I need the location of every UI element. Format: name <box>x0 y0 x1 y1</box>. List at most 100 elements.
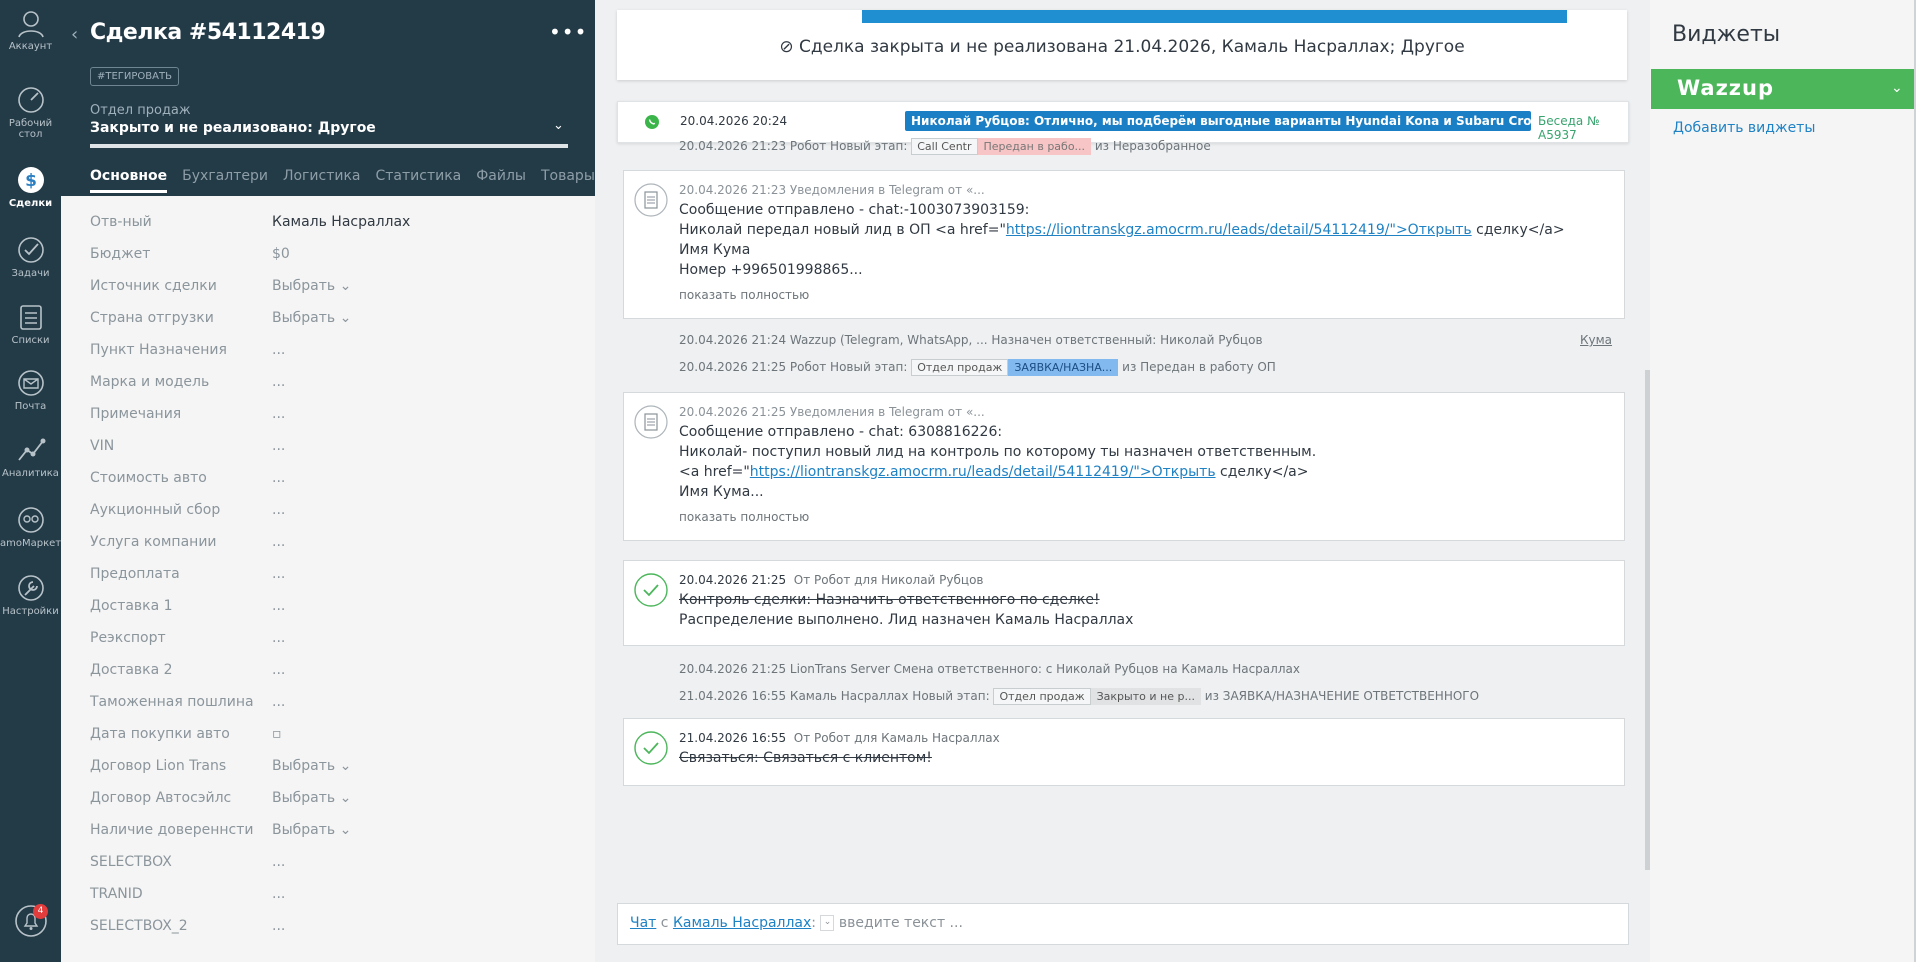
deal-status[interactable]: Закрыто и не реализовано: Другое <box>90 120 376 136</box>
field-value[interactable]: Выбрать ⌄ <box>272 758 351 774</box>
tab-logistics[interactable]: Логистика <box>283 168 361 190</box>
event-suffix: из Передан в работу ОП <box>1122 360 1276 374</box>
field-value[interactable]: ... <box>272 694 285 710</box>
chevron-down-icon[interactable]: ⌄ <box>820 915 835 931</box>
field-value[interactable]: ... <box>272 918 285 934</box>
field-value[interactable]: ... <box>272 502 285 518</box>
field-label: Бюджет <box>90 246 151 262</box>
nav-dashboard[interactable]: Рабочий стол <box>0 85 61 140</box>
nav-market[interactable]: amoМаркет <box>0 505 61 549</box>
field-value[interactable]: ... <box>272 374 285 390</box>
field-value[interactable]: ... <box>272 342 285 358</box>
field-value[interactable]: ... <box>272 630 285 646</box>
tab-files[interactable]: Файлы <box>476 168 526 190</box>
chevron-down-icon[interactable]: ⌄ <box>553 118 564 133</box>
field-value[interactable]: ... <box>272 662 285 678</box>
stage-change-event: 21.04.2026 16:55 Камаль Насраллах Новый … <box>679 688 1479 705</box>
back-arrow-icon[interactable]: ‹ <box>71 24 78 45</box>
chevron-down-icon[interactable]: ⌄ <box>1891 80 1903 96</box>
lists-icon <box>19 305 42 330</box>
pipeline-pill: Отдел продаж <box>993 688 1091 705</box>
tab-main[interactable]: Основное <box>90 168 168 193</box>
field-value[interactable]: ... <box>272 854 285 870</box>
deal-card: ‹ Сделка #54112419 ••• #ТЕГИРОВАТЬ Отдел… <box>61 0 595 962</box>
field-value[interactable]: $0 <box>272 246 290 262</box>
deal-title: Сделка #54112419 <box>90 20 326 45</box>
deal-link[interactable]: https://liontranskgz.amocrm.ru/leads/det… <box>1006 222 1472 238</box>
field-value[interactable]: ... <box>272 438 285 454</box>
field-row: Пункт Назначения... <box>90 342 570 364</box>
wazzup-label: Wazzup <box>1677 76 1775 100</box>
tab-products[interactable]: Товары <box>541 168 595 190</box>
deal-link[interactable]: https://liontranskgz.amocrm.ru/leads/det… <box>750 464 1216 480</box>
nav-analytics[interactable]: Аналитика <box>0 435 61 479</box>
completed-task: 20.04.2026 21:25 От Робот для Николай Ру… <box>623 560 1625 646</box>
contact-link[interactable]: Кума <box>1580 333 1612 347</box>
field-value[interactable]: ▫ <box>272 726 282 742</box>
more-menu-icon[interactable]: ••• <box>549 20 587 44</box>
field-row: Источник сделки Выбрать ⌄ <box>90 278 570 300</box>
field-label: Дата покупки авто <box>90 726 230 742</box>
field-value[interactable]: Выбрать ⌄ <box>272 790 351 806</box>
tab-statistics[interactable]: Статистика <box>376 168 462 190</box>
note-meta: 20.04.2026 21:25 Уведомления в Telegram … <box>679 405 985 419</box>
field-row: Марка и модель... <box>90 374 570 396</box>
field-value[interactable]: Камаль Насраллах <box>272 214 410 230</box>
nav-label: Аккаунт <box>8 41 53 52</box>
field-value[interactable]: Выбрать ⌄ <box>272 310 351 326</box>
market-icon <box>17 507 44 533</box>
task-text: Контроль сделки: Назначить ответственног… <box>679 592 1100 608</box>
stage-change-event: 20.04.2026 21:25 Робот Новый этап: Отдел… <box>679 359 1276 376</box>
chat-recipient-link[interactable]: Камаль Насраллах <box>673 915 811 931</box>
field-row: Страна отгрузки Выбрать ⌄ <box>90 310 570 332</box>
whatsapp-message-bar[interactable]: 20.04.2026 20:24 Николай Рубцов: Отличнo… <box>617 101 1629 143</box>
wazzup-widget[interactable]: Wazzup ⌄ <box>1651 69 1916 109</box>
mail-icon <box>17 370 44 396</box>
nav-settings[interactable]: Настройки <box>0 573 61 617</box>
field-value[interactable]: ... <box>272 598 285 614</box>
field-label: Источник сделки <box>90 278 217 294</box>
nav-account[interactable]: Аккаунт <box>0 8 61 52</box>
field-value[interactable]: ... <box>272 886 285 902</box>
field-label: Таможенная пошлина <box>90 694 254 710</box>
telegram-note: 20.04.2026 21:25 Уведомления в Telegram … <box>623 392 1625 541</box>
chat-composer[interactable]: Чат с Камаль Насраллах: ⌄ введите текст … <box>617 903 1629 945</box>
field-value[interactable]: Выбрать ⌄ <box>272 822 351 838</box>
chat-mode-link[interactable]: Чат <box>630 915 656 931</box>
field-value[interactable]: Выбрать ⌄ <box>272 278 351 294</box>
nav-label: Аналитика <box>2 468 59 479</box>
field-value[interactable]: ... <box>272 566 285 582</box>
tab-accounting[interactable]: Бухгалтери <box>182 168 268 190</box>
nav-deals[interactable]: $ Сделки <box>0 165 61 209</box>
nav-mail[interactable]: Почта <box>0 368 61 412</box>
event-text: 20.04.2026 21:25 Робот Новый этап: <box>679 360 908 374</box>
show-more-link[interactable]: показать полностью <box>679 288 809 302</box>
field-label: Договор Автосэйлс <box>90 790 232 806</box>
field-value[interactable]: ... <box>272 534 285 550</box>
field-row: Договор Lion Trans Выбрать ⌄ <box>90 758 570 780</box>
settings-icon <box>17 575 44 601</box>
check-circle-icon[interactable] <box>634 731 668 765</box>
nav-tasks[interactable]: Задачи <box>0 235 61 279</box>
note-icon <box>634 183 668 217</box>
tag-button[interactable]: #ТЕГИРОВАТЬ <box>90 67 179 86</box>
field-row: Доставка 1... <box>90 598 570 620</box>
activity-feed: ⊘ Сделка закрыта и не реализована 21.04.… <box>596 0 1650 962</box>
nav-lists[interactable]: Списки <box>0 302 61 346</box>
field-label: TRANID <box>90 886 143 902</box>
add-widgets-link[interactable]: Добавить виджеты <box>1673 120 1815 136</box>
account-icon <box>17 11 44 38</box>
check-circle-icon[interactable] <box>634 573 668 607</box>
event-suffix: из ЗАЯВКА/НАЗНАЧЕНИЕ ОТВЕТСТВЕННОГО <box>1204 689 1480 703</box>
field-value[interactable]: ... <box>272 470 285 486</box>
field-value[interactable]: ... <box>272 406 285 422</box>
field-label: Марка и модель <box>90 374 210 390</box>
task-meta: 21.04.2026 16:55 От Робот для Камаль Нас… <box>679 731 1000 745</box>
message-preview[interactable]: Николай Рубцов: Отличнo, мы подберём выг… <box>905 111 1531 131</box>
show-more-link[interactable]: показать полностью <box>679 510 809 524</box>
chat-input[interactable]: введите текст ... <box>839 915 963 931</box>
nav-label: amoМаркет <box>0 538 62 549</box>
note-line: Имя Кума... <box>679 484 764 500</box>
conversation-link[interactable]: Беседа № A5937 <box>1538 114 1628 142</box>
field-row: Стоимость авто... <box>90 470 570 492</box>
